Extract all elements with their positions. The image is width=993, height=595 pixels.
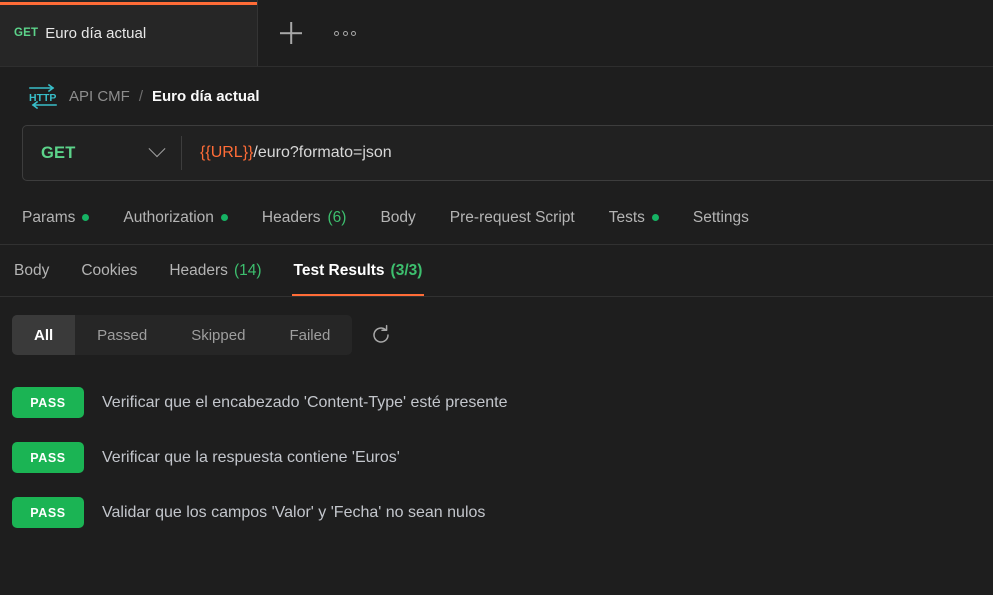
request-tab-label: Body	[380, 208, 416, 226]
response-tab-label: Test Results	[293, 261, 385, 279]
request-tab-settings[interactable]: Settings	[693, 191, 749, 244]
refresh-button[interactable]	[366, 320, 396, 350]
request-tab-authorization[interactable]: Authorization	[123, 191, 228, 244]
request-tab-body[interactable]: Body	[380, 191, 415, 244]
breadcrumb-current: Euro día actual	[152, 87, 260, 105]
refresh-icon	[373, 324, 390, 343]
test-result-row[interactable]: PASS Validar que los campos 'Valor' y 'F…	[12, 485, 981, 540]
status-badge: PASS	[12, 442, 84, 473]
modified-indicator-dot	[82, 214, 90, 221]
request-tab-label: Params	[22, 208, 76, 226]
modified-indicator-dot	[651, 214, 659, 221]
svg-text:HTTP: HTTP	[29, 92, 56, 104]
test-result-name: Validar que los campos 'Valor' y 'Fecha'…	[102, 503, 486, 521]
request-tab-label: Tests	[608, 208, 645, 226]
http-method-label: GET	[41, 143, 76, 162]
request-tab-label: Settings	[692, 208, 749, 226]
test-filter-passed[interactable]: Passed	[75, 315, 169, 355]
response-tab-headers[interactable]: Headers (14)	[167, 245, 263, 296]
test-result-name: Verificar que el encabezado 'Content-Typ…	[102, 393, 508, 411]
response-tab-count: (14)	[233, 261, 262, 279]
response-tab-count: (3/3)	[390, 261, 423, 279]
plus-icon	[276, 18, 306, 48]
response-tab-label: Body	[14, 261, 50, 279]
response-tab-cookies[interactable]: Cookies	[79, 245, 139, 296]
test-result-row[interactable]: PASS Verificar que la respuesta contiene…	[12, 430, 981, 485]
request-tab-label: Pre-request Script	[449, 208, 575, 226]
test-filter-all[interactable]: All	[12, 315, 76, 355]
request-tab-tests[interactable]: Tests	[609, 191, 659, 244]
url-bar: GET {{URL}}/euro?formato=json	[22, 125, 993, 181]
modified-indicator-dot	[220, 214, 228, 221]
response-tab-test-results[interactable]: Test Results (3/3)	[291, 245, 425, 296]
url-bar-container: GET {{URL}}/euro?formato=json	[0, 125, 993, 181]
response-tabs: Body Cookies Headers (14) Test Results (…	[0, 245, 993, 297]
ellipsis-icon-dot	[334, 30, 339, 36]
test-result-name: Verificar que la respuesta contiene 'Eur…	[102, 448, 400, 466]
tab-title-label: Euro día actual	[45, 24, 147, 42]
breadcrumb: HTTP API CMF / Euro día actual	[0, 67, 993, 125]
url-path: /euro?formato=json	[253, 144, 392, 161]
test-result-row[interactable]: PASS Verificar que el encabezado 'Conten…	[12, 375, 981, 430]
request-tabs: Params Authorization Headers (6) Body Pr…	[0, 191, 993, 245]
tab-method-label: GET	[14, 27, 39, 39]
test-filter-skipped[interactable]: Skipped	[169, 315, 267, 355]
test-filter-failed[interactable]: Failed	[267, 315, 352, 355]
ellipsis-icon-dot	[342, 30, 348, 36]
ellipsis-icon-dot	[351, 30, 356, 36]
test-results-list: PASS Verificar que el encabezado 'Conten…	[0, 355, 993, 540]
tab-strip-actions	[258, 0, 993, 66]
request-tab-euro-dia-actual[interactable]: GET Euro día actual	[0, 0, 258, 66]
test-results-filter-row: All Passed Skipped Failed	[0, 297, 993, 355]
status-badge: PASS	[12, 497, 84, 528]
breadcrumb-separator: /	[138, 87, 144, 105]
url-variable: {{URL}}	[200, 144, 254, 161]
url-input[interactable]: {{URL}}/euro?formato=json	[182, 144, 993, 162]
breadcrumb-parent[interactable]: API CMF	[69, 88, 130, 105]
request-tab-label: Headers	[261, 208, 321, 226]
chevron-down-icon	[148, 140, 166, 158]
request-tab-headers[interactable]: Headers (6)	[262, 191, 347, 244]
request-tab-params[interactable]: Params	[22, 191, 90, 244]
response-tab-label: Cookies	[81, 261, 138, 279]
http-method-select[interactable]: GET	[23, 126, 181, 180]
status-badge: PASS	[12, 387, 84, 418]
request-tab-label: Authorization	[123, 208, 214, 226]
response-tab-label: Headers	[169, 261, 228, 279]
request-tab-pre-request-script[interactable]: Pre-request Script	[450, 191, 575, 244]
tab-strip: GET Euro día actual	[0, 0, 993, 67]
tab-more-actions-button[interactable]	[330, 23, 360, 44]
new-tab-button[interactable]	[276, 18, 306, 48]
test-filter-segmented-control: All Passed Skipped Failed	[12, 315, 353, 355]
http-icon: HTTP	[29, 83, 57, 109]
response-tab-body[interactable]: Body	[12, 245, 51, 296]
request-tab-count: (6)	[327, 208, 347, 226]
